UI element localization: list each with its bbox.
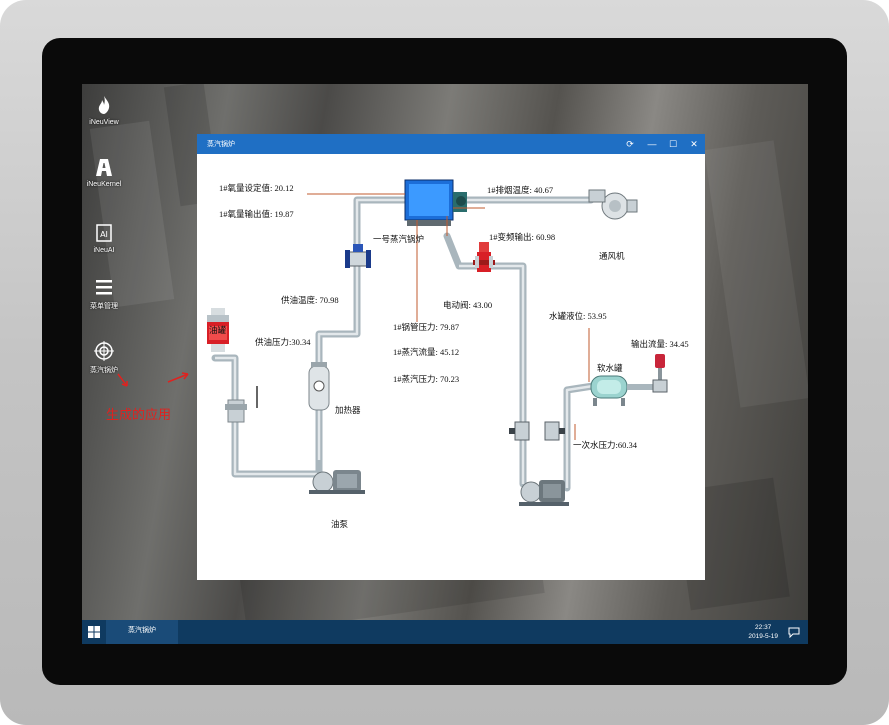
electric-valve-label: 电动阀: 43.00 xyxy=(443,300,493,310)
process-diagram: 1#氧量设定值: 20.12 1#氧量输出值: 19.87 一号蒸汽锅炉 1#排… xyxy=(197,154,705,580)
refresh-icon[interactable]: ⟳ xyxy=(621,136,639,152)
oil-tank-label: 油罐 xyxy=(209,325,227,335)
ai-icon: AI xyxy=(96,224,112,242)
exhaust-temp-label: 1#排烟温度: 40.67 xyxy=(487,185,554,195)
windows-start-icon[interactable] xyxy=(88,626,100,638)
taskbar-item-steam-boiler[interactable]: 蒸汽锅炉 xyxy=(106,620,178,644)
desktop-icon-label: 菜单管理 xyxy=(90,303,118,310)
steam-pressure-label: 1#蒸汽压力: 70.23 xyxy=(393,374,460,384)
soft-water-tank-label: 软水罐 xyxy=(597,363,623,373)
fan-label: 通风机 xyxy=(599,251,625,261)
close-button[interactable]: ✕ xyxy=(685,136,703,152)
desktop-icon-label: iNeuAI xyxy=(93,247,115,254)
boiler-label: 一号蒸汽锅炉 xyxy=(373,234,425,244)
oil-supply-pressure-label: 供油压力:30.34 xyxy=(255,337,311,347)
pipe-meter-to-boiler xyxy=(353,196,409,258)
tank-level-label: 水罐液位: 53.95 xyxy=(549,311,607,321)
pipe-boiler-to-valve xyxy=(443,232,527,488)
pipe-water-return xyxy=(563,382,597,492)
desktop-icon-ineukernel[interactable]: iNeuKernel xyxy=(84,156,124,188)
taskbar-clock[interactable]: 22:37 2019-5-19 xyxy=(748,623,778,641)
desktop-icon-ineuai[interactable]: AI iNeuAI xyxy=(84,222,124,254)
pipe-heater-to-meter xyxy=(315,262,361,372)
kernel-icon xyxy=(96,159,112,176)
window-titlebar[interactable]: 蒸汽锅炉 ⟳ — ☐ ✕ xyxy=(197,134,705,154)
oil-pump-label: 油泵 xyxy=(331,519,349,529)
window-title: 蒸汽锅炉 xyxy=(207,141,235,148)
taskbar: 蒸汽锅炉 22:37 2019-5-19 xyxy=(82,620,808,644)
ventilation-fan xyxy=(588,189,638,220)
o2-setpoint-label: 1#氧量设定值: 20.12 xyxy=(219,183,294,193)
app-window: 蒸汽锅炉 ⟳ — ☐ ✕ 1#氧量设定值: 20.12 1#氧量输出值: 19.… xyxy=(197,134,705,580)
desktop-icon-label: iNeuView xyxy=(89,119,119,126)
desktop-icon-label: iNeuKernel xyxy=(86,181,122,188)
oil-supply-temp-label: 供油温度: 70.98 xyxy=(281,295,339,305)
output-flow-label: 输出流量: 34.45 xyxy=(631,339,689,349)
o2-output-label: 1#氧量输出值: 19.87 xyxy=(219,209,294,219)
heater xyxy=(308,362,330,411)
electric-valve xyxy=(473,242,495,272)
vfd-output-label: 1#变频输出: 60.98 xyxy=(489,232,556,242)
oil-filter xyxy=(225,386,258,423)
gate-valves xyxy=(509,421,565,441)
steam-flow-label: 1#蒸汽流量: 45.12 xyxy=(393,347,460,357)
desktop-icon-ineuview[interactable]: iNeuView xyxy=(84,94,124,126)
minimize-button[interactable]: — xyxy=(643,136,661,152)
desktop-screen: iNeuView iNeuKernel AI iNeuAI 菜单管理 蒸汽锅炉 xyxy=(82,84,808,644)
notification-icon[interactable] xyxy=(788,626,800,638)
water-pump xyxy=(519,480,569,506)
annotation-text: 生成的应用 xyxy=(106,407,172,422)
desktop-icon-menu[interactable]: 菜单管理 xyxy=(84,276,124,311)
oil-flow-meter xyxy=(345,244,371,268)
steam-boiler xyxy=(404,179,467,226)
soft-water-tank xyxy=(590,375,628,406)
clock-date: 2019-5-19 xyxy=(748,633,778,640)
heater-label: 加热器 xyxy=(335,405,361,415)
output-flow-meter xyxy=(627,354,668,393)
oil-pump xyxy=(309,470,365,494)
menu-icon xyxy=(96,280,112,295)
maximize-button[interactable]: ☐ xyxy=(664,136,682,152)
svg-text:AI: AI xyxy=(100,230,108,239)
flame-icon xyxy=(98,96,110,114)
clock-time: 22:37 xyxy=(755,624,772,631)
primary-water-pressure-label: 一次水压力:60.34 xyxy=(573,440,637,450)
drum-pressure-label: 1#锅管压力: 79.87 xyxy=(393,322,460,332)
